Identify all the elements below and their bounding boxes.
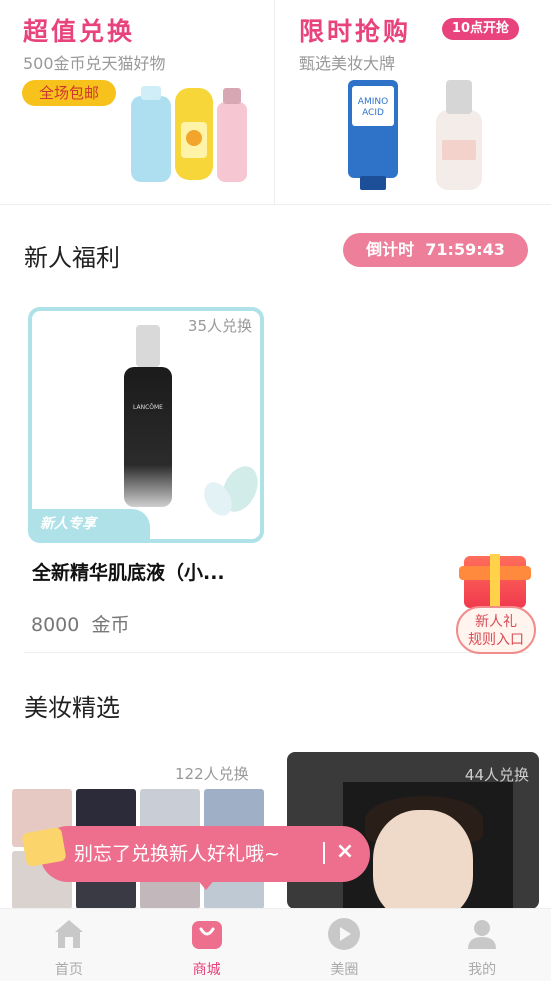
product-name[interactable]: 全新精华肌底液（小... <box>32 558 225 585</box>
svg-text:ACID: ACID <box>362 108 384 118</box>
section-title-beauty: 美妆精选 <box>24 694 120 722</box>
bottom-nav: 首页 商城 美圈 我的 <box>0 908 551 981</box>
promo-subtitle: 500金币兑天猫好物 <box>23 54 166 73</box>
nav-label: 我的 <box>468 962 497 978</box>
redeem-count: 44人兑换 <box>464 766 529 784</box>
price-value: 8000 <box>31 614 80 636</box>
nav-item-profile[interactable]: 我的 <box>413 909 551 981</box>
toast-text: 别忘了兑换新人好礼哦~ <box>74 843 280 865</box>
nav-item-home[interactable]: 首页 <box>0 909 138 981</box>
free-shipping-badge: 全场包邮 <box>22 80 116 106</box>
cosmetics-bottles-illustration <box>131 86 247 182</box>
price-unit: 金币 <box>91 614 130 636</box>
redeem-count: 122人兑换 <box>175 765 249 783</box>
countdown-label: 倒计时 <box>366 240 415 259</box>
nav-label: 首页 <box>54 962 83 978</box>
divider <box>0 204 551 205</box>
countdown-badge: 倒计时 71:59:43 <box>343 233 528 267</box>
gift-label-line2: 规则入口 <box>468 632 524 648</box>
nav-item-mall[interactable]: 商城 <box>138 909 276 981</box>
page: 超值兑换 500金币兑天猫好物 全场包邮 限时抢购 甄选美妆大牌 10点开抢 A… <box>0 0 551 981</box>
play-icon <box>328 918 361 950</box>
start-time-badge: 10点开抢 <box>441 18 519 40</box>
promo-card-exchange[interactable]: 超值兑换 500金币兑天猫好物 全场包邮 <box>0 0 275 204</box>
close-icon[interactable]: × <box>333 838 357 866</box>
product-price: 8000 金币 <box>31 610 129 637</box>
brand-text: LANCÔME <box>133 404 163 411</box>
toast-divider <box>323 842 325 864</box>
skincare-products-illustration: AMINO ACID <box>348 80 482 190</box>
shopping-bag-icon <box>21 826 67 868</box>
user-icon <box>468 920 497 949</box>
toast-tail <box>196 878 216 890</box>
gift-label-line1: 新人礼 <box>475 614 517 630</box>
nav-label: 商城 <box>192 962 221 978</box>
section-title-newbie: 新人福利 <box>24 244 120 272</box>
gift-rules-label: 新人礼 规则入口 <box>456 606 536 654</box>
home-icon <box>54 920 83 948</box>
gift-ribbon <box>490 554 500 608</box>
promo-subtitle: 甄选美妆大牌 <box>299 54 396 73</box>
promo-card-flash-sale[interactable]: 限时抢购 甄选美妆大牌 10点开抢 AMINO ACID <box>276 0 551 204</box>
newbie-gift-entry[interactable]: 新人礼 规则入口 <box>456 544 536 656</box>
redeem-count: 35人兑换 <box>187 317 252 335</box>
countdown-value: 71:59:43 <box>425 240 505 259</box>
divider <box>24 652 529 653</box>
newbie-exclusive-tag: 新人专享 <box>32 509 150 539</box>
nav-label: 美圈 <box>330 962 359 978</box>
nav-item-beauty-circle[interactable]: 美圈 <box>276 909 414 981</box>
toast-reminder[interactable]: 别忘了兑换新人好礼哦~ <box>40 826 370 882</box>
promo-title: 限时抢购 <box>299 17 412 46</box>
shopping-bag-icon <box>191 921 222 949</box>
serum-bottle-image: LANCÔME <box>124 325 172 507</box>
svg-text:AMINO: AMINO <box>358 97 388 107</box>
leaf-decoration <box>204 466 258 516</box>
portrait-face <box>373 810 473 909</box>
promo-title: 超值兑换 <box>23 17 136 46</box>
newbie-product-card[interactable]: 35人兑换 LANCÔME 新人专享 <box>28 307 264 543</box>
